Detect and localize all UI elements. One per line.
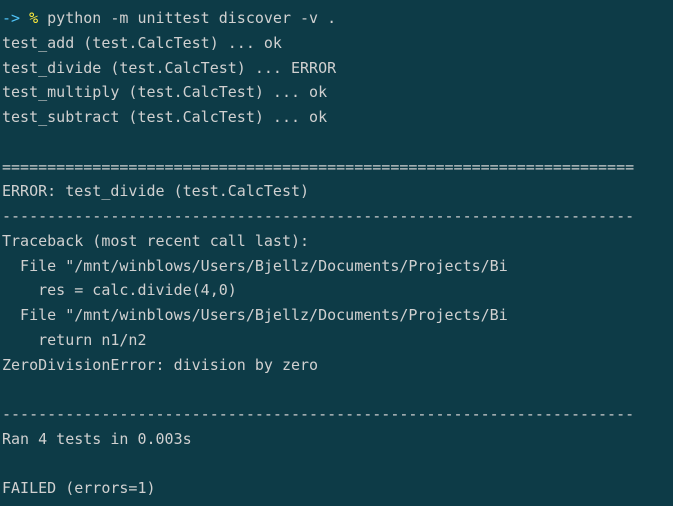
blank-line bbox=[2, 377, 673, 402]
separator-equals: ========================================… bbox=[2, 155, 673, 180]
test-result-line: test_add (test.CalcTest) ... ok bbox=[2, 31, 673, 56]
separator-dash: ----------------------------------------… bbox=[2, 402, 673, 427]
test-result-line: test_divide (test.CalcTest) ... ERROR bbox=[2, 56, 673, 81]
traceback-line: res = calc.divide(4,0) bbox=[2, 278, 673, 303]
blank-line bbox=[2, 130, 673, 155]
test-result-line: test_subtract (test.CalcTest) ... ok bbox=[2, 105, 673, 130]
prompt-arrow: -> bbox=[2, 9, 20, 27]
traceback-line: return n1/n2 bbox=[2, 328, 673, 353]
separator-dash: ----------------------------------------… bbox=[2, 204, 673, 229]
test-result-line: test_multiply (test.CalcTest) ... ok bbox=[2, 80, 673, 105]
command-prompt-line: -> % python -m unittest discover -v . bbox=[2, 6, 673, 31]
summary-ran: Ran 4 tests in 0.003s bbox=[2, 427, 673, 452]
traceback-line: File "/mnt/winblows/Users/Bjellz/Documen… bbox=[2, 254, 673, 279]
prompt-percent: % bbox=[29, 9, 38, 27]
blank-line bbox=[2, 452, 673, 477]
command-text: python -m unittest discover -v . bbox=[47, 9, 336, 27]
error-header: ERROR: test_divide (test.CalcTest) bbox=[2, 179, 673, 204]
exception-line: ZeroDivisionError: division by zero bbox=[2, 353, 673, 378]
traceback-line: File "/mnt/winblows/Users/Bjellz/Documen… bbox=[2, 303, 673, 328]
traceback-header: Traceback (most recent call last): bbox=[2, 229, 673, 254]
summary-result: FAILED (errors=1) bbox=[2, 476, 673, 501]
